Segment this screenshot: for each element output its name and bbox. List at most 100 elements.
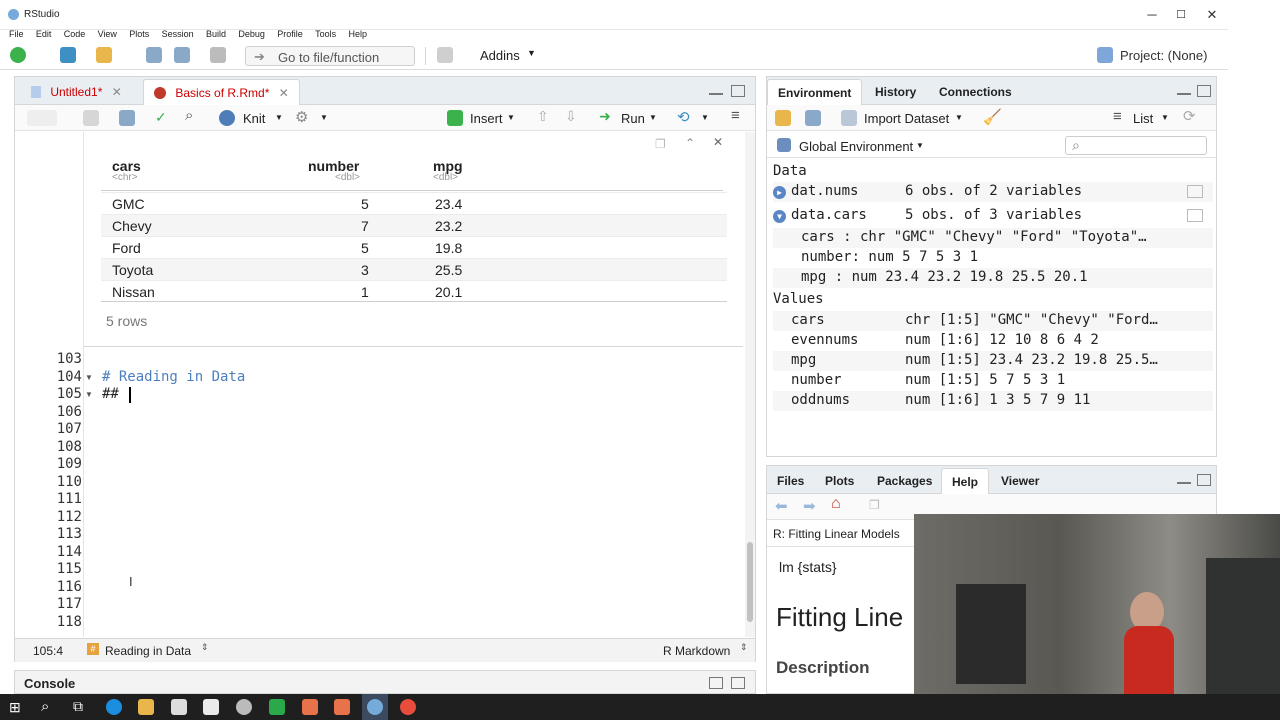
- environment-scope-select[interactable]: Global Environment: [799, 139, 913, 154]
- rerun-icon[interactable]: ⟲: [677, 108, 690, 126]
- menu-profile[interactable]: Profile: [277, 29, 303, 39]
- workspace-panes-icon[interactable]: [437, 47, 453, 63]
- open-file-icon[interactable]: [96, 47, 112, 63]
- chevron-down-icon[interactable]: ▼: [649, 113, 657, 122]
- tab-history[interactable]: History: [865, 79, 926, 105]
- restore-pane-icon[interactable]: [709, 677, 723, 689]
- env-row-value[interactable]: mpg num [1:5] 23.4 23.2 19.8 25.5…: [773, 351, 1213, 371]
- refresh-icon[interactable]: ⟳: [1183, 107, 1196, 125]
- view-mode-select[interactable]: List: [1133, 111, 1153, 126]
- expand-output-icon[interactable]: ❐: [655, 137, 666, 151]
- view-table-icon[interactable]: [1187, 209, 1203, 222]
- maximize-pane-icon[interactable]: [1197, 85, 1211, 97]
- show-in-window-icon[interactable]: ❐: [869, 498, 880, 512]
- tab-plots[interactable]: Plots: [815, 468, 864, 494]
- broom-icon[interactable]: 🧹: [983, 108, 1002, 126]
- console-tab[interactable]: Console: [24, 676, 75, 691]
- addins-menu[interactable]: Addins: [480, 48, 520, 63]
- menu-session[interactable]: Session: [162, 29, 194, 39]
- outline-icon[interactable]: ≡: [731, 107, 740, 124]
- menu-edit[interactable]: Edit: [36, 29, 52, 39]
- run-button[interactable]: Run: [621, 111, 645, 126]
- collapse-output-icon[interactable]: ⌃: [685, 136, 695, 150]
- pdf-icon[interactable]: [302, 699, 318, 715]
- minimize-pane-icon[interactable]: [1177, 480, 1191, 484]
- tab-packages[interactable]: Packages: [867, 468, 942, 494]
- code-area[interactable]: 103 104 ▼ # Reading in Data 105 ▼ ## 106…: [15, 349, 743, 637]
- fold-toggle-icon[interactable]: ▼: [85, 373, 93, 382]
- back-forward-icon[interactable]: [27, 110, 57, 126]
- menu-code[interactable]: Code: [64, 29, 86, 39]
- maximize-pane-icon[interactable]: [731, 85, 745, 97]
- knit-button[interactable]: Knit: [243, 111, 265, 126]
- env-row-value[interactable]: oddnums num [1:6] 1 3 5 7 9 11: [773, 391, 1213, 411]
- chrome-icon[interactable]: [400, 699, 416, 715]
- save-all-icon[interactable]: [174, 47, 190, 63]
- minimize-button[interactable]: ─: [1137, 4, 1167, 26]
- file-explorer-icon[interactable]: [138, 699, 154, 715]
- save-workspace-icon[interactable]: [805, 110, 821, 126]
- gear-icon[interactable]: ⚙: [295, 108, 308, 126]
- collapse-icon[interactable]: ▼: [773, 210, 786, 223]
- menu-file[interactable]: File: [9, 29, 24, 39]
- env-row-value[interactable]: cars chr [1:5] "GMC" "Chevy" "Ford…: [773, 311, 1213, 331]
- tab-viewer[interactable]: Viewer: [991, 468, 1049, 494]
- maximize-button[interactable]: ☐: [1166, 4, 1196, 26]
- menu-plots[interactable]: Plots: [129, 29, 149, 39]
- tab-connections[interactable]: Connections: [929, 79, 1022, 105]
- env-row-data-cars[interactable]: ▼ data.cars 5 obs. of 3 variables: [773, 206, 1213, 226]
- start-icon[interactable]: ⊞: [9, 699, 21, 716]
- new-file-icon[interactable]: [10, 47, 26, 63]
- pdf-icon[interactable]: [334, 699, 350, 715]
- view-table-icon[interactable]: [1187, 185, 1203, 198]
- chevron-down-icon[interactable]: ▼: [507, 113, 515, 122]
- minimize-pane-icon[interactable]: [709, 91, 723, 95]
- forward-icon[interactable]: ➡: [803, 497, 816, 515]
- previous-chunk-icon[interactable]: ⇧: [537, 108, 549, 125]
- task-view-icon[interactable]: ⧉: [73, 698, 83, 715]
- chevron-down-icon[interactable]: ▼: [275, 113, 283, 122]
- tab-files[interactable]: Files: [767, 468, 814, 494]
- project-app-icon[interactable]: [269, 699, 285, 715]
- tab-basics-of-r[interactable]: Basics of R.Rmd* ✕: [143, 79, 300, 105]
- menu-build[interactable]: Build: [206, 29, 226, 39]
- document-mode[interactable]: R Markdown: [663, 644, 730, 658]
- app-icon[interactable]: [236, 699, 252, 715]
- show-in-window-icon[interactable]: [83, 110, 99, 126]
- updown-icon[interactable]: ⇕: [201, 642, 209, 653]
- print-icon[interactable]: [210, 47, 226, 63]
- env-row-dat-nums[interactable]: ▶ dat.nums 6 obs. of 2 variables: [773, 182, 1213, 202]
- close-tab-icon[interactable]: ✕: [279, 86, 289, 100]
- search-icon[interactable]: ⌕: [185, 107, 193, 124]
- store-icon[interactable]: [171, 699, 187, 715]
- menu-help[interactable]: Help: [348, 29, 367, 39]
- clear-output-icon[interactable]: ✕: [713, 135, 723, 149]
- goto-file-function-input[interactable]: Go to file/function ➔: [245, 46, 415, 66]
- maximize-pane-icon[interactable]: [731, 677, 745, 689]
- updown-icon[interactable]: ⇕: [740, 642, 748, 653]
- load-workspace-icon[interactable]: [775, 110, 791, 126]
- help-topic-select[interactable]: R: Fitting Linear Models: [773, 527, 900, 541]
- expand-icon[interactable]: ▶: [773, 186, 786, 199]
- import-dataset-button[interactable]: Import Dataset: [864, 111, 949, 126]
- mail-icon[interactable]: [203, 699, 219, 715]
- tab-untitled1[interactable]: Untitled1* ✕: [21, 79, 132, 105]
- env-row-value[interactable]: evennums num [1:6] 12 10 8 6 4 2: [773, 331, 1213, 351]
- chevron-down-icon[interactable]: ▼: [916, 141, 924, 150]
- insert-button[interactable]: Insert: [470, 111, 503, 126]
- edge-icon[interactable]: [106, 699, 122, 715]
- next-chunk-icon[interactable]: ⇩: [565, 108, 577, 125]
- chevron-down-icon[interactable]: ▼: [955, 113, 963, 122]
- menu-tools[interactable]: Tools: [315, 29, 336, 39]
- close-tab-icon[interactable]: ✕: [112, 85, 122, 99]
- menu-view[interactable]: View: [98, 29, 117, 39]
- environment-search-input[interactable]: ⌕: [1065, 136, 1207, 155]
- tab-environment[interactable]: Environment: [767, 79, 863, 105]
- close-button[interactable]: ✕: [1197, 4, 1227, 26]
- minimize-pane-icon[interactable]: [1177, 91, 1191, 95]
- editor-scrollbar[interactable]: [745, 132, 755, 637]
- search-icon[interactable]: ⌕: [41, 698, 49, 715]
- section-navigator[interactable]: Reading in Data: [105, 644, 191, 658]
- tab-help[interactable]: Help: [941, 468, 990, 494]
- save-icon[interactable]: [146, 47, 162, 63]
